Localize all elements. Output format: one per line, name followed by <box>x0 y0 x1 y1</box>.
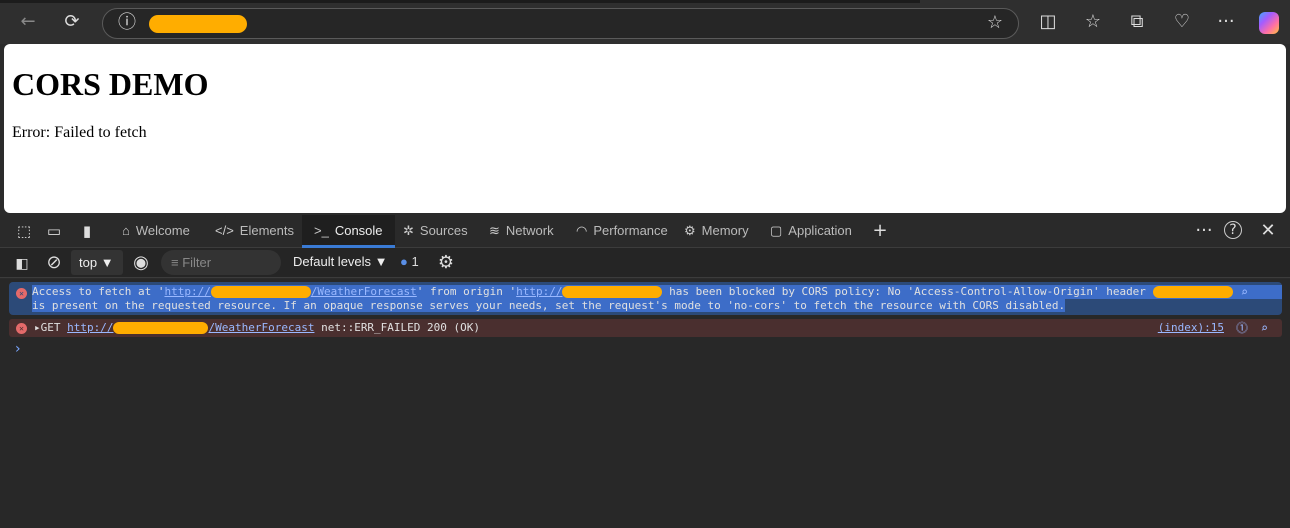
tab-performance[interactable]: ◠ Performance <box>576 215 668 248</box>
request-url-link[interactable]: http:///WeatherForecast <box>67 321 314 334</box>
back-icon[interactable]: ← <box>16 12 40 32</box>
browser-essentials-icon[interactable]: ♡ <box>1170 12 1194 32</box>
code-icon: </> <box>215 223 234 238</box>
favorite-star-icon[interactable]: ☆ <box>983 13 1007 33</box>
collections-icon[interactable]: ⧉ <box>1125 12 1149 32</box>
more-options-icon[interactable]: ··· <box>1192 221 1216 241</box>
redacted-url <box>149 15 247 33</box>
error-icon: ✕ <box>16 288 27 299</box>
bug-icon: ✲ <box>403 223 414 238</box>
redacted-text <box>1152 286 1233 298</box>
address-bar[interactable]: ⓘ ☆ <box>102 8 1019 39</box>
console-icon: >_ <box>314 223 329 238</box>
sidebar-toggle-icon[interactable]: ◧ <box>10 253 34 273</box>
device-emulation-icon[interactable]: ▭ <box>42 221 66 241</box>
clear-console-icon[interactable]: ⊘ <box>42 252 66 272</box>
expand-triangle-icon[interactable]: ▸ <box>34 321 41 334</box>
favorites-icon[interactable]: ☆ <box>1081 12 1105 32</box>
console-settings-icon[interactable]: ⚙ <box>434 252 458 272</box>
search-icon[interactable]: ⌕ <box>1261 321 1268 335</box>
reload-icon[interactable]: ⟳ <box>60 12 84 32</box>
console-output: ✕ Access to fetch at 'http:///WeatherFor… <box>0 279 1290 528</box>
tab-memory[interactable]: ⚙ Memory <box>684 215 749 248</box>
fetch-url-link[interactable]: http:///WeatherForecast <box>164 285 417 298</box>
gauge-icon: ◠ <box>576 223 588 238</box>
network-request-icon[interactable]: ⓵ <box>1236 321 1248 335</box>
web-page: CORS DEMO Error: Failed to fetch <box>4 44 1286 213</box>
wifi-icon: ≋ <box>489 223 500 238</box>
source-link[interactable]: (index):15 <box>1158 321 1224 335</box>
issues-counter[interactable]: ● 1 <box>400 248 419 276</box>
tab-sources[interactable]: ✲ Sources <box>403 215 468 248</box>
close-devtools-icon[interactable]: ✕ <box>1256 221 1280 241</box>
inspect-icon[interactable]: ⬚ <box>12 221 36 241</box>
help-icon[interactable]: ? <box>1224 221 1242 239</box>
tab-elements[interactable]: </> Elements <box>215 215 294 248</box>
message-icon: ● <box>400 254 408 269</box>
console-prompt[interactable]: › <box>15 341 21 357</box>
cors-error-message: ✕ Access to fetch at 'http:///WeatherFor… <box>9 282 1282 315</box>
live-expression-eye-icon[interactable]: ◉ <box>129 252 153 272</box>
log-levels-dropdown[interactable]: Default levels ▼ <box>293 248 388 276</box>
page-title: CORS DEMO <box>12 66 209 102</box>
tab-console[interactable]: >_ Console <box>302 215 395 248</box>
add-tab-icon[interactable]: + <box>868 221 892 241</box>
split-screen-icon[interactable]: ◫ <box>1036 12 1060 32</box>
network-error-message: ✕ ▸GET http:///WeatherForecast net::ERR_… <box>9 319 1282 337</box>
error-icon: ✕ <box>16 323 27 334</box>
devtools-tab-bar: ⬚ ▭ ▮ ⌂ Welcome </> Elements >_ Console ✲ So… <box>0 215 1290 248</box>
error-text: Error: Failed to fetch <box>12 124 147 141</box>
browser-toolbar: ← ⟳ ⓘ ☆ ◫ ☆ ⧉ ♡ ··· <box>0 0 1290 44</box>
dock-icon[interactable]: ▮ <box>75 221 99 241</box>
tab-application[interactable]: ▢ Application <box>770 215 852 248</box>
tab-network[interactable]: ≋ Network <box>489 215 554 248</box>
filter-input[interactable]: ≡ Filter <box>161 250 281 275</box>
application-icon: ▢ <box>770 223 783 238</box>
console-toolbar: ◧ ⊘ top ▼ ◉ ≡ Filter Default levels ▼ ● … <box>0 248 1290 278</box>
settings-more-icon[interactable]: ··· <box>1214 12 1238 32</box>
context-selector[interactable]: top ▼ <box>71 250 123 275</box>
home-icon: ⌂ <box>122 223 130 238</box>
origin-url-link[interactable]: http:// <box>516 285 663 298</box>
site-info-icon[interactable]: ⓘ <box>115 13 139 33</box>
tab-welcome[interactable]: ⌂ Welcome <box>122 215 190 248</box>
copilot-icon[interactable] <box>1259 12 1279 34</box>
chip-icon: ⚙ <box>684 223 696 238</box>
search-icon[interactable]: ⌕ <box>1241 285 1248 299</box>
